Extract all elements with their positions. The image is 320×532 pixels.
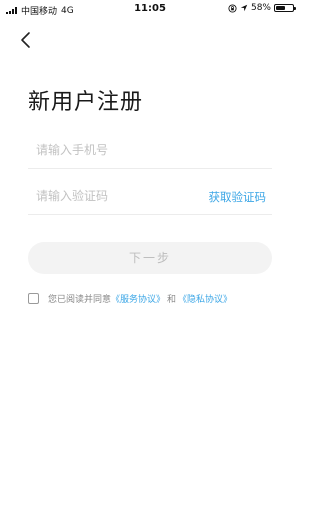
status-bar: 中国移动 4G 11:05 58% xyxy=(0,0,300,18)
agreement-checkbox[interactable] xyxy=(28,293,39,304)
agreement-conjunction: 和 xyxy=(167,295,177,305)
battery-level xyxy=(276,6,285,10)
status-right: 58% xyxy=(228,3,296,13)
verification-code-input[interactable] xyxy=(36,186,196,206)
chevron-left-icon xyxy=(21,32,30,48)
page-title: 新用户注册 xyxy=(28,90,144,115)
get-code-button[interactable]: 获取验证码 xyxy=(209,189,267,205)
phone-field xyxy=(28,134,272,169)
service-agreement-link[interactable]: 《服务协议》 xyxy=(111,292,165,305)
location-arrow-icon xyxy=(240,4,248,12)
agreement-row: 您已阅读并同意 《服务协议》 和 《隐私协议》 xyxy=(28,292,232,305)
battery-percent: 58% xyxy=(250,3,271,13)
agreement-prefix: 您已阅读并同意 xyxy=(48,295,112,305)
verification-code-field: 获取验证码 xyxy=(28,180,272,215)
back-button[interactable] xyxy=(14,28,38,52)
orientation-lock-icon xyxy=(228,3,237,13)
privacy-agreement-link[interactable]: 《隐私协议》 xyxy=(178,292,232,305)
next-step-button[interactable]: 下一步 xyxy=(28,242,272,274)
battery-icon xyxy=(274,4,296,12)
phone-input[interactable] xyxy=(36,140,196,160)
